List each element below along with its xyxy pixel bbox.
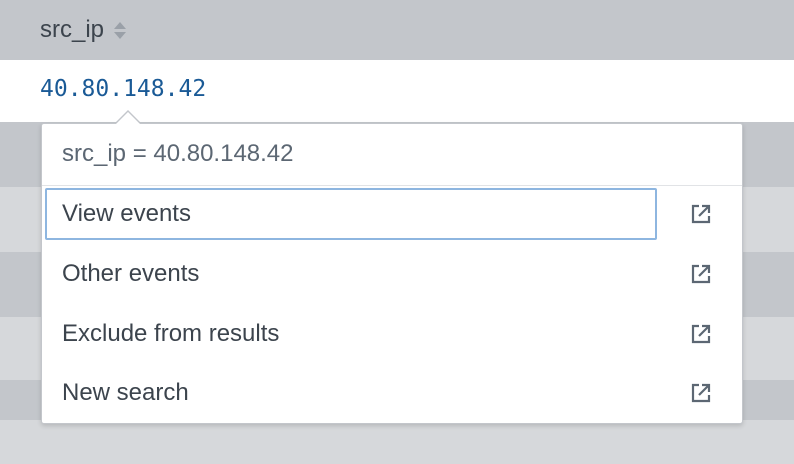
menu-item-label: New search bbox=[62, 379, 189, 406]
external-link-icon bbox=[691, 204, 711, 224]
menu-item-label: View events bbox=[62, 200, 191, 227]
table-row bbox=[0, 420, 794, 464]
external-link-icon bbox=[691, 383, 711, 403]
column-header-src-ip[interactable]: src_ip bbox=[40, 16, 104, 44]
menu-item-other-events[interactable]: Other events bbox=[42, 245, 742, 305]
menu-item-label: Exclude from results bbox=[62, 320, 280, 347]
menu-item-label: Other events bbox=[62, 260, 200, 287]
menu-item-view-events[interactable]: View events bbox=[42, 185, 742, 245]
menu-item-exclude-from-results[interactable]: Exclude from results bbox=[42, 305, 742, 365]
external-link-icon bbox=[691, 324, 711, 344]
field-actions-popup: src_ip = 40.80.148.42 View events Other … bbox=[41, 123, 743, 424]
src-ip-cell-value[interactable]: 40.80.148.42 bbox=[40, 76, 206, 102]
menu-item-new-search[interactable]: New search bbox=[42, 364, 742, 424]
external-link-icon bbox=[691, 264, 711, 284]
sort-icon[interactable] bbox=[114, 21, 127, 39]
popup-title: src_ip = 40.80.148.42 bbox=[62, 140, 294, 167]
table-header: src_ip bbox=[0, 0, 794, 60]
